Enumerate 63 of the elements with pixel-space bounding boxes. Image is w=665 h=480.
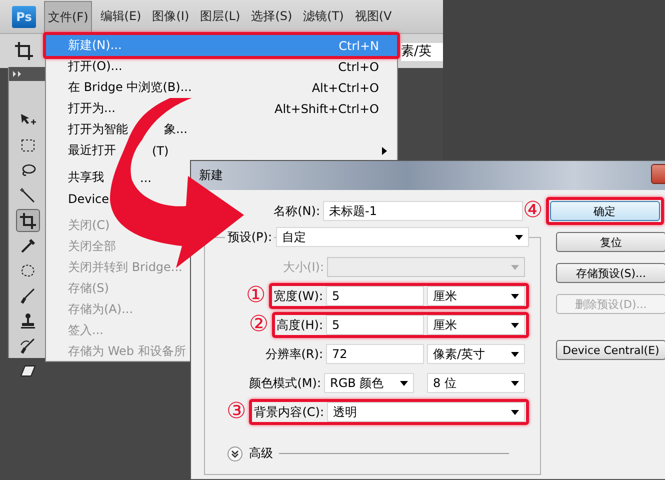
number-input[interactable]: 5 [326,286,424,306]
color-mode-dropdown[interactable]: RGB 颜色 [324,373,414,393]
dialog-button[interactable]: Device Central(E) [556,340,665,360]
name-input[interactable]: 未标题-1 [323,201,523,221]
dropdown[interactable]: 透明 [327,402,525,422]
menu-title[interactable]: 选择(S) [248,1,296,32]
menu-title[interactable]: 文件(F) [44,0,92,32]
step-number: ③ [226,400,246,424]
dialog-button[interactable]: 复位 [556,232,665,252]
menu-item[interactable]: 打开(O)... Ctrl+O [46,56,397,77]
menu-title[interactable]: 滤镜(T) [300,1,347,32]
menu-item-label: 共享我 [68,169,104,186]
menu-item-label: Device [68,192,110,206]
menu-item-label: 新建(N)... [68,37,122,54]
field-label: 颜色模式(M): [249,374,321,392]
unit-dropdown[interactable]: 厘米 [427,315,525,335]
field-label: 大小(I): [283,258,324,276]
field-label: 名称(N): [274,202,320,220]
field-label: 宽度(W): [274,288,323,304]
section-label: 高级 [249,445,273,462]
menu-item-label: 打开为... [68,100,116,117]
menu-item[interactable]: 打开为... Alt+Shift+Ctrl+O [46,98,397,119]
dialog-button[interactable]: 存储预设(S)... [556,263,665,283]
menu-item-label: 打开(O)... [68,58,122,75]
menu-title[interactable]: 图像(I) [149,1,192,32]
menu-item-label: ... [140,170,152,184]
expand-icon[interactable] [227,446,243,462]
number-input[interactable]: 5 [326,315,424,335]
number-input[interactable]: 72 [326,344,424,364]
step-number: ① [246,284,266,308]
menu-item-label: 最近打开 [68,142,116,159]
crop-icon[interactable] [14,41,34,61]
field-label: 高度(H): [276,316,323,334]
shortcut-text: Alt+Ctrl+O [312,80,379,94]
dialog-button[interactable]: 确定 [550,201,660,221]
step-number: ④ [523,199,543,223]
unit-dropdown[interactable]: 像素/英寸 [427,344,525,364]
menu-item-label: 在 Bridge 中浏览(B)... [68,79,192,96]
menu-item-label: 存储为(A)... [68,301,134,318]
menu-item-label: 象... [164,121,188,138]
bit-depth-dropdown[interactable]: 8 位 [427,373,525,393]
unit-dropdown[interactable]: 厘米 [427,286,525,306]
menu-item[interactable]: 打开为智能 象... [46,119,397,140]
menu-title[interactable]: 图层(L) [197,1,244,32]
shortcut-text: Ctrl+O [338,60,379,74]
menu-item-label: 打开为智能 [68,121,128,138]
field-label: 分辨率(R): [265,346,323,362]
collapse-icon[interactable] [13,71,23,77]
menu-item[interactable]: 最近打开 (T) [46,140,397,161]
menu-title[interactable]: 视图(V [352,1,395,32]
unit-field[interactable]: 素/英 [401,43,446,61]
preset-dropdown[interactable]: 自定 [276,227,529,247]
menu-item-label: 关闭(C) [68,217,110,234]
field-label: 背景内容(C): [254,404,324,420]
shortcut-text: Ctrl+N [338,38,379,52]
menu-item[interactable]: 在 Bridge 中浏览(B)... Alt+Ctrl+O [46,77,397,98]
step-number: ② [248,313,269,337]
dialog-title: 新建 [199,167,223,184]
field-label: 预设(P): [225,228,274,246]
menu-title[interactable]: 编辑(E) [97,1,144,32]
submenu-arrow-icon [382,146,387,154]
shortcut-text: Alt+Shift+Ctrl+O [274,102,379,116]
menu-item-label: (T) [152,144,169,158]
